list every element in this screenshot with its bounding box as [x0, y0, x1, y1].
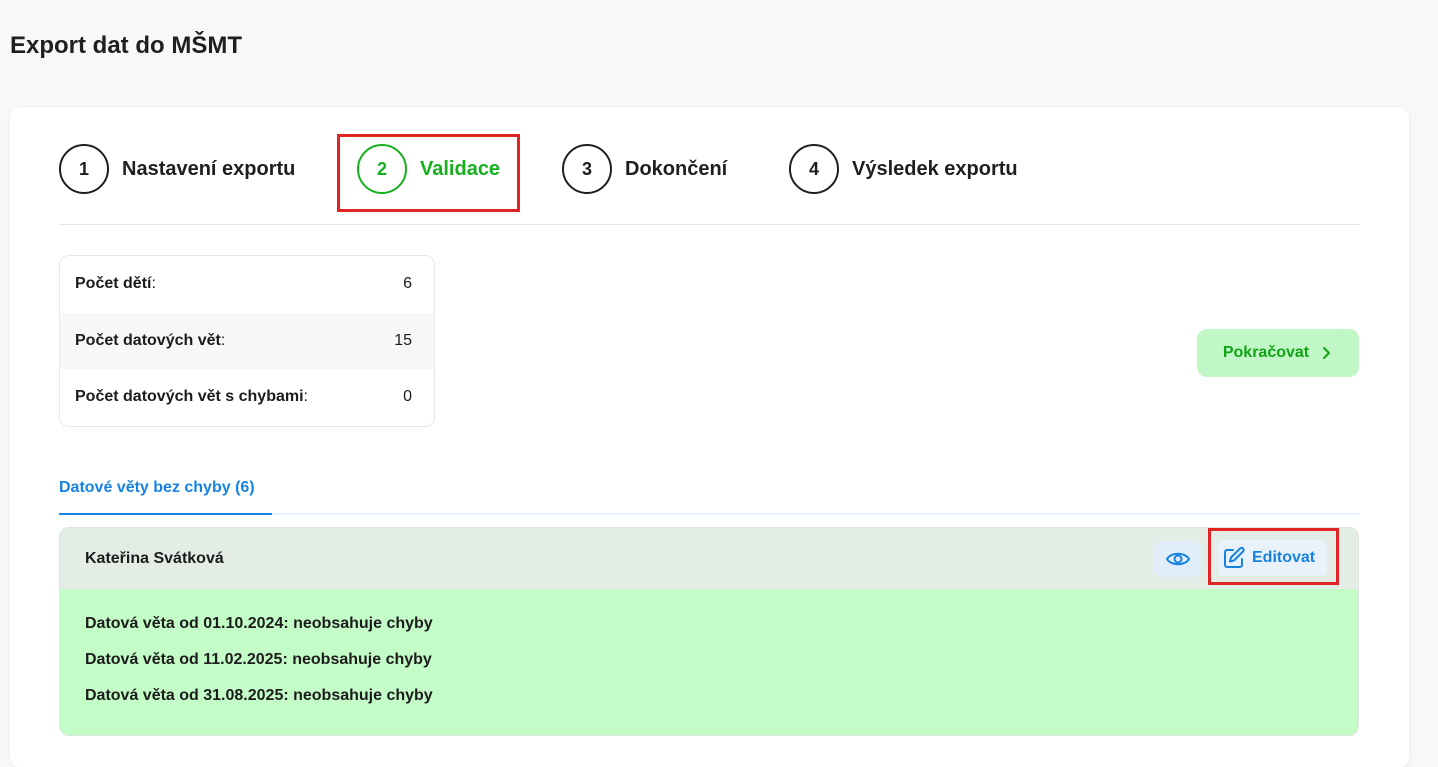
stat-row-records: Počet datových vět: 15 [60, 312, 434, 370]
stat-label: Počet datových vět s chybami [75, 388, 304, 406]
step-number: 4 [789, 144, 839, 194]
stats-table: Počet dětí: 6 Počet datových vět: 15 Poč… [59, 255, 435, 427]
page-title: Export dat do MŠMT [10, 32, 242, 59]
step-label: Výsledek exportu [852, 157, 1018, 180]
stat-label: Počet dětí [75, 275, 152, 293]
view-button[interactable] [1154, 541, 1202, 577]
chevron-right-icon [1323, 347, 1331, 359]
step-label: Nastavení exportu [122, 157, 296, 180]
record-line: Datová věta od 01.10.2024: neobsahuje ch… [85, 615, 433, 632]
step-result[interactable]: 4 Výsledek exportu [789, 144, 1018, 194]
stat-value: 6 [403, 275, 412, 293]
stat-label: Počet datových vět [75, 331, 221, 349]
stat-value: 0 [403, 388, 412, 406]
eye-icon [1166, 552, 1190, 566]
continue-label: Pokračovat [1222, 344, 1310, 361]
step-label: Dokončení [625, 157, 728, 180]
step-number: 3 [562, 144, 612, 194]
stat-row-children: Počet dětí: 6 [75, 275, 412, 293]
step-finish[interactable]: 3 Dokončení [562, 144, 727, 194]
record-body: Datová věta od 01.10.2024: neobsahuje ch… [60, 589, 1358, 714]
stat-value: 15 [394, 331, 412, 349]
step-number: 2 [357, 144, 407, 194]
step-label: Validace [420, 157, 501, 180]
tab-valid-records[interactable]: Datové věty bez chyby (6) [59, 473, 272, 515]
record-header: Kateřina Svátková Editovat [60, 528, 1358, 589]
edit-button[interactable]: Editovat [1218, 540, 1328, 576]
pencil-square-icon [1224, 546, 1245, 568]
tabs: Datové věty bez chyby (6) [59, 473, 1359, 515]
step-settings[interactable]: 1 Nastavení exportu [59, 144, 295, 194]
record-card: Kateřina Svátková Editovat Datová věta o… [59, 527, 1359, 736]
edit-label: Editovat [1252, 549, 1316, 566]
step-number: 1 [59, 144, 109, 194]
record-line: Datová věta od 11.02.2025: neobsahuje ch… [85, 651, 432, 668]
record-name: Kateřina Svátková [85, 549, 224, 567]
export-card: 1 Nastavení exportu 2 Validace 3 Dokonče… [10, 107, 1409, 767]
record-line: Datová věta od 31.08.2025: neobsahuje ch… [85, 687, 433, 704]
stepper: 1 Nastavení exportu 2 Validace 3 Dokonče… [59, 127, 1359, 225]
step-validation[interactable]: 2 Validace [357, 144, 500, 194]
continue-button[interactable]: Pokračovat [1197, 329, 1359, 377]
stat-row-errors: Počet datových vět s chybami: 0 [75, 388, 412, 406]
